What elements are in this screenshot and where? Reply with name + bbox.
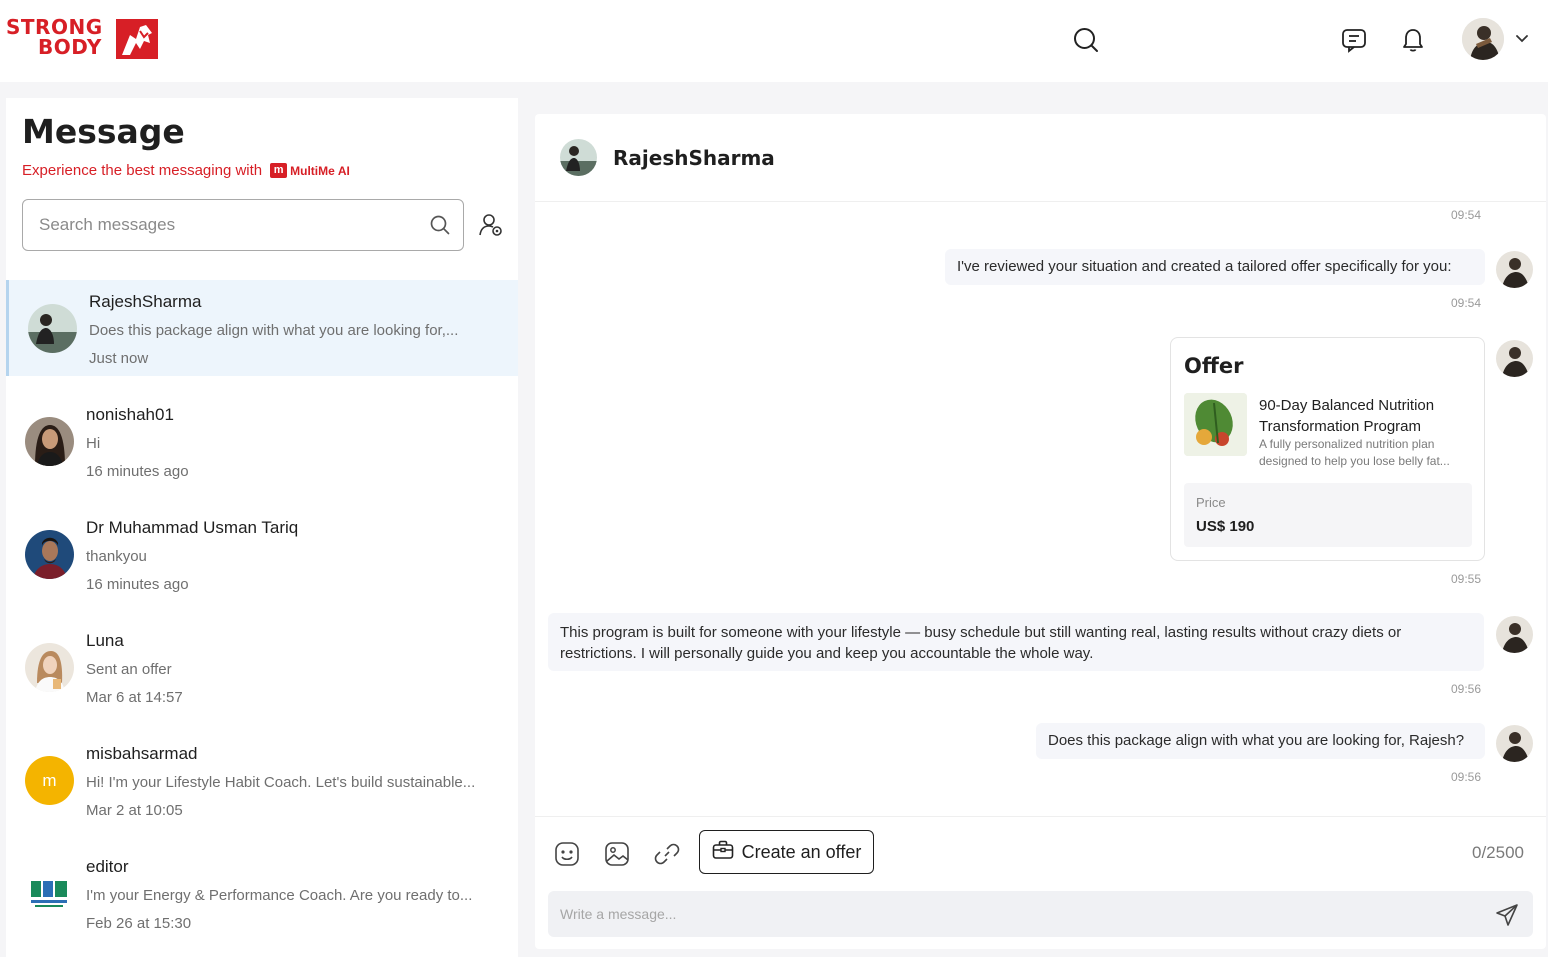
avatar <box>28 304 77 353</box>
conversation-name: Dr Muhammad Usman Tariq <box>86 518 299 537</box>
emoji-icon[interactable] <box>552 839 582 869</box>
character-counter: 0/2500 <box>1472 843 1524 862</box>
message-timestamp: 09:56 <box>1451 682 1482 696</box>
search-icon[interactable] <box>429 214 451 241</box>
offer-heading: Offer <box>1184 354 1244 378</box>
avatar-initial: m <box>42 770 57 790</box>
sender-avatar <box>1496 251 1533 288</box>
conversation-preview: Does this package align with what you ar… <box>89 322 459 339</box>
chat-header: RajeshSharma <box>535 114 1546 202</box>
conversation-item-nonishah01[interactable]: nonishah01 Hi 16 minutes ago <box>6 393 518 489</box>
conversation-name: RajeshSharma <box>89 292 202 311</box>
chat-panel: RajeshSharma 09:54 I've reviewed your si… <box>535 114 1546 949</box>
conversation-item-editor[interactable]: editor I'm your Energy & Performance Coa… <box>6 845 518 941</box>
multime-logo-icon: m <box>270 163 288 178</box>
message-timestamp: 09:54 <box>1451 208 1482 222</box>
strongbody-logo[interactable]: STRONG BODY <box>6 17 158 61</box>
conversation-name: Luna <box>86 631 124 650</box>
search-box <box>22 199 464 251</box>
avatar <box>25 643 74 692</box>
conversation-time: 16 minutes ago <box>86 463 189 480</box>
conversation-item-misbahsarmad[interactable]: m misbahsarmad Hi! I'm your Lifestyle Ha… <box>6 732 518 828</box>
avatar: m <box>25 756 74 805</box>
contact-avatar[interactable] <box>560 139 597 176</box>
sender-avatar <box>1496 340 1533 377</box>
message-input[interactable] <box>560 903 1460 925</box>
conversation-item-dr-muhammad-usman-tariq[interactable]: Dr Muhammad Usman Tariq thankyou 16 minu… <box>6 506 518 602</box>
send-icon[interactable] <box>1494 902 1520 928</box>
sender-avatar <box>1496 725 1533 762</box>
search-input[interactable] <box>39 212 409 238</box>
offer-description: A fully personalized nutrition plan desi… <box>1259 437 1450 468</box>
conversation-name: editor <box>86 857 129 876</box>
bell-icon[interactable] <box>1395 22 1431 58</box>
conversation-preview: thankyou <box>86 548 147 565</box>
sender-avatar <box>1496 616 1533 653</box>
conversation-time: Mar 2 at 10:05 <box>86 802 183 819</box>
conversation-name: misbahsarmad <box>86 744 198 763</box>
offer-title: 90-Day Balanced Nutrition Transformation… <box>1259 397 1435 435</box>
multime-label: MultiMe <box>290 163 335 178</box>
offer-card[interactable]: Offer 90-Day Balanced Nutrition Transfor… <box>1170 337 1485 561</box>
message-input-wrap <box>548 891 1533 937</box>
conversation-time: Feb 26 at 15:30 <box>86 915 192 932</box>
message-composer: Create an offer 0/2500 <box>535 816 1546 949</box>
conversation-preview: Hi <box>86 435 101 452</box>
logo-horse-mark <box>116 19 158 59</box>
conversation-preview: Hi! I'm your Lifestyle Habit Coach. Let'… <box>86 774 476 791</box>
conversation-preview: Sent an offer <box>86 661 172 678</box>
image-icon[interactable] <box>602 839 632 869</box>
multime-ai-badge: m MultiMe AI <box>270 163 350 178</box>
conversation-time: Just now <box>89 350 149 367</box>
offer-thumbnail <box>1184 393 1247 456</box>
page-title: Message <box>22 112 185 151</box>
conversation-item-rajeshsharma[interactable]: RajeshSharma Does this package align wit… <box>6 280 518 376</box>
conversation-sidebar: Message Experience the best messaging wi… <box>6 98 518 957</box>
contact-name[interactable]: RajeshSharma <box>613 146 775 170</box>
subtitle-text: Experience the best messaging with <box>22 162 263 179</box>
chevron-down-icon[interactable] <box>1514 30 1530 51</box>
link-icon[interactable] <box>652 839 682 869</box>
conversation-preview: I'm your Energy & Performance Coach. Are… <box>86 887 473 904</box>
price-value: US$ 190 <box>1196 518 1255 535</box>
message-timestamp: 09:56 <box>1451 770 1482 784</box>
search-icon[interactable] <box>1068 22 1104 58</box>
message-bubble: I've reviewed your situation and created… <box>945 249 1485 285</box>
create-offer-label: Create an offer <box>741 841 862 862</box>
user-avatar[interactable] <box>1462 18 1504 60</box>
price-label: Price <box>1196 495 1226 510</box>
create-offer-button[interactable]: Create an offer <box>699 830 874 874</box>
avatar <box>25 530 74 579</box>
avatar <box>25 869 74 918</box>
subtitle: Experience the best messaging with m Mul… <box>22 162 350 179</box>
contact-settings-icon[interactable] <box>476 210 506 240</box>
chat-icon[interactable] <box>1336 22 1372 58</box>
conversation-time: Mar 6 at 14:57 <box>86 689 183 706</box>
message-timestamp: 09:55 <box>1451 572 1482 586</box>
message-timestamp: 09:54 <box>1451 296 1482 310</box>
logo-line-2: BODY <box>38 35 102 59</box>
message-bubble: Does this package align with what you ar… <box>1036 723 1485 759</box>
conversation-item-luna[interactable]: Luna Sent an offer Mar 6 at 14:57 <box>6 619 518 715</box>
offer-price-box: Price US$ 190 <box>1184 483 1472 547</box>
message-bubble: This program is built for someone with y… <box>548 613 1484 671</box>
conversation-name: nonishah01 <box>86 405 174 424</box>
multime-ai-label: AI <box>337 163 350 178</box>
briefcase-icon <box>712 840 734 865</box>
top-bar: STRONG BODY <box>0 0 1548 82</box>
conversation-time: 16 minutes ago <box>86 576 189 593</box>
avatar <box>25 417 74 466</box>
